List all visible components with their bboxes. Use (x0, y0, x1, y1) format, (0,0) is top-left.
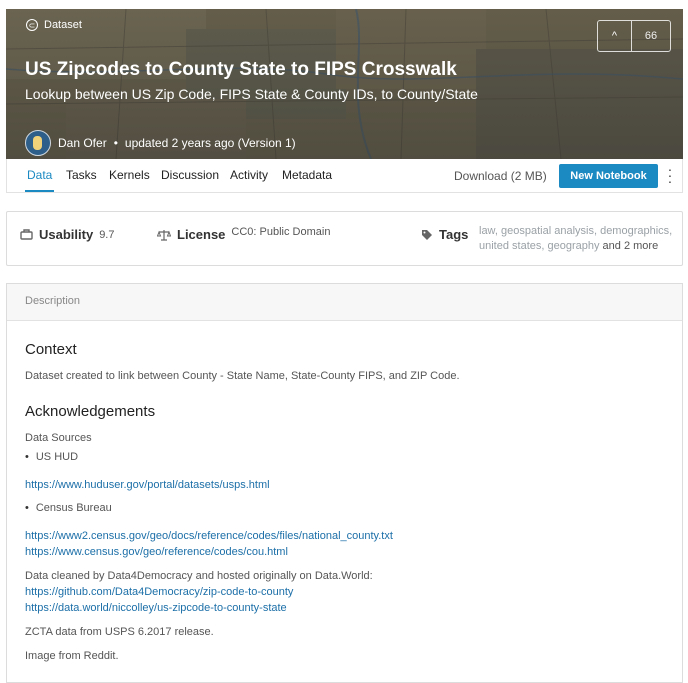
license-stat: License CC0: Public Domain (157, 226, 330, 242)
scale-icon (157, 229, 171, 241)
new-notebook-button[interactable]: New Notebook (559, 164, 658, 188)
cleaned-text: Data cleaned by Data4Democracy and hoste… (25, 570, 373, 582)
more-options-icon[interactable]: · · · (667, 162, 673, 188)
vote-widget: ^ 66 (597, 20, 671, 52)
license-label: License (177, 227, 226, 242)
context-text: Dataset created to link between County -… (25, 370, 460, 382)
tab-discussion[interactable]: Discussion (161, 168, 219, 182)
source-us-hud: US HUD (25, 451, 78, 463)
dataset-badge: ⊂ Dataset (26, 19, 82, 31)
tags-line-1[interactable]: law, geospatial analysis, demographics, (479, 224, 677, 239)
author-name[interactable]: Dan Ofer (58, 136, 107, 150)
dataset-subtitle: Lookup between US Zip Code, FIPS State &… (25, 86, 478, 102)
gauge-icon (20, 229, 33, 240)
link-huduser[interactable]: https://www.huduser.gov/portal/datasets/… (25, 479, 270, 491)
description-panel: Description Context Dataset created to l… (6, 283, 683, 683)
description-header: Description (7, 284, 682, 321)
license-value[interactable]: CC0: Public Domain (231, 226, 330, 238)
author-avatar[interactable] (25, 130, 51, 156)
tab-kernels[interactable]: Kernels (109, 168, 150, 182)
source-census-bureau: Census Bureau (25, 502, 112, 514)
tab-data[interactable]: Data (24, 168, 55, 192)
download-link[interactable]: Download (2 MB) (454, 169, 547, 183)
tags-label: Tags (439, 227, 469, 242)
dataset-badge-label: Dataset (44, 19, 82, 31)
separator-dot: • (113, 136, 118, 150)
usability-label: Usability (39, 227, 94, 242)
context-heading: Context (25, 341, 77, 358)
dataset-icon: ⊂ (26, 19, 38, 31)
usability-value: 9.7 (99, 228, 115, 241)
zcta-text: ZCTA data from USPS 6.2017 release. (25, 626, 214, 638)
dataset-stats: Usability 9.7 License CC0: Public Domain… (6, 211, 683, 266)
upvote-button[interactable]: ^ (598, 21, 632, 51)
acknowledgements-heading: Acknowledgements (25, 403, 156, 420)
dataset-header-banner: ⊂ Dataset US Zipcodes to County State to… (6, 9, 683, 159)
tags-more-link[interactable]: and 2 more (603, 240, 659, 252)
link-data-world[interactable]: https://data.world/niccolley/us-zipcode-… (25, 602, 287, 614)
updated-text: updated 2 years ago (Version 1) (124, 136, 296, 150)
dataset-title: US Zipcodes to County State to FIPS Cros… (25, 59, 457, 80)
tag-icon (422, 229, 432, 240)
link-census-national-county[interactable]: https://www2.census.gov/geo/docs/referen… (25, 530, 393, 542)
tab-tasks[interactable]: Tasks (66, 168, 97, 182)
tags-list: law, geospatial analysis, demographics, … (479, 224, 677, 254)
author-line: Dan Ofer • updated 2 years ago (Version … (25, 130, 296, 156)
tags-line-2: united states, geography and 2 more (479, 239, 677, 254)
usability-stat: Usability 9.7 (20, 227, 114, 242)
vote-count: 66 (644, 30, 658, 42)
link-census-cou[interactable]: https://www.census.gov/geo/reference/cod… (25, 546, 288, 558)
tags-line-2-items[interactable]: united states, geography (479, 240, 599, 252)
image-credit-text: Image from Reddit. (25, 650, 119, 662)
chevron-up-icon: ^ (611, 30, 618, 42)
link-github-data4democracy[interactable]: https://github.com/Data4Democracy/zip-co… (25, 586, 293, 598)
tags-stat: Tags (421, 227, 468, 242)
dataset-tabs: Data Tasks Kernels Discussion Activity M… (6, 159, 683, 193)
tab-metadata[interactable]: Metadata (282, 168, 332, 182)
tab-activity[interactable]: Activity (230, 168, 268, 182)
data-sources-label: Data Sources (25, 432, 92, 444)
